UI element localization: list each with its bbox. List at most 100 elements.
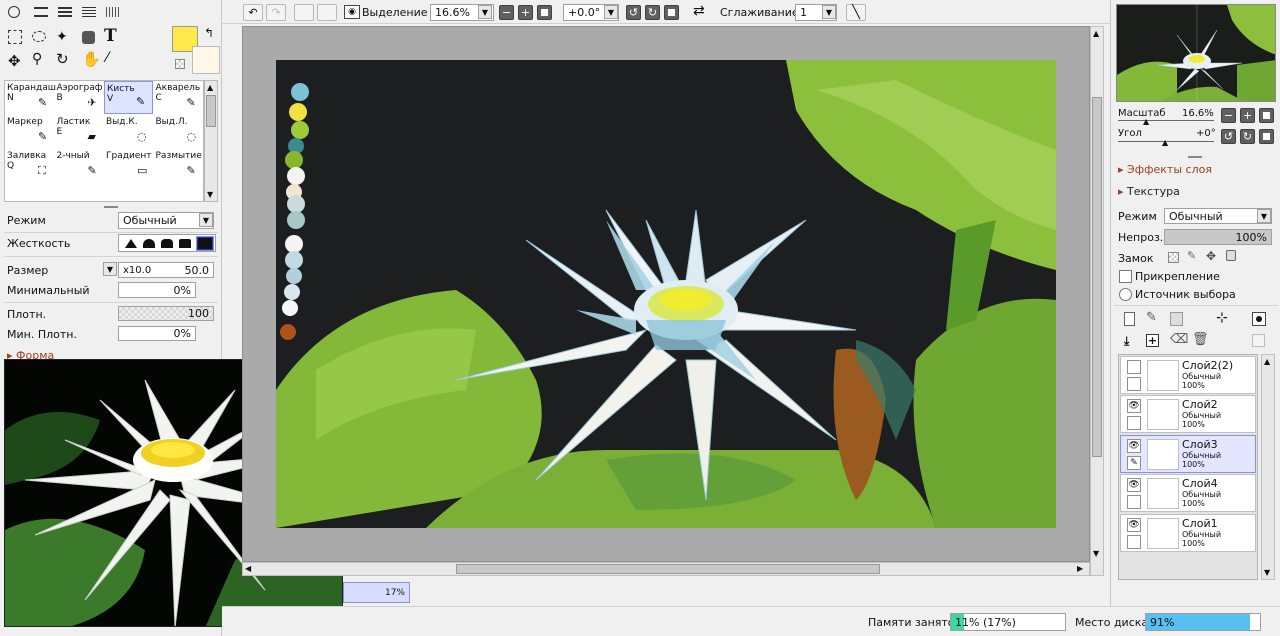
flip-horizontal-icon[interactable]: ⇄ — [693, 3, 705, 19]
nav-zoom-in-button[interactable]: + — [1240, 108, 1255, 123]
hardness-4-icon[interactable] — [179, 239, 191, 248]
brush-tool-2[interactable]: Кисть V ✎ — [104, 81, 153, 114]
zoom-reset-button[interactable] — [537, 5, 552, 20]
grid-lines-icon[interactable] — [58, 7, 72, 17]
brush-tool-1[interactable]: Аэрограф B ✈ — [55, 81, 104, 114]
clipping-checkbox[interactable] — [1119, 270, 1132, 283]
texture-section[interactable]: ▸ Текстура — [1118, 185, 1180, 198]
brush-tool-3[interactable]: Акварель C ✎ — [154, 81, 203, 114]
min-size-field[interactable]: 0% — [118, 282, 196, 298]
layer-mode-dropdown-icon[interactable]: ▼ — [1257, 209, 1271, 223]
layer-row[interactable]: Слой2(2) Обычный 100% — [1120, 356, 1256, 394]
transform-icon[interactable]: ⊹ — [1216, 310, 1228, 326]
brush-tool-10[interactable]: Градиент ▭ — [104, 149, 153, 182]
secondary-color-swatch[interactable] — [192, 46, 220, 74]
pencil-edit-icon[interactable]: ✎ — [1127, 455, 1141, 470]
scroll-left-arrow[interactable]: ◀ — [245, 564, 251, 573]
lock-move-icon[interactable]: ✥ — [1206, 249, 1216, 263]
scroll-up-arrow[interactable]: ▲ — [207, 83, 213, 92]
circle-mode-icon[interactable] — [8, 6, 20, 18]
rotate-left-button[interactable]: ↺ — [626, 5, 641, 20]
merge-down-icon[interactable]: ⤓ — [1124, 334, 1129, 349]
chevron-down-icon[interactable]: ▼ — [199, 213, 213, 227]
rotate-icon[interactable]: ↻ — [56, 50, 69, 68]
swap-colors-icon[interactable]: ↰ — [204, 26, 214, 40]
angle-dropdown-icon[interactable]: ▼ — [604, 5, 618, 19]
layer-select-checkbox[interactable] — [1127, 495, 1141, 510]
visibility-toggle-icon[interactable] — [1127, 360, 1141, 374]
nav-rotate-left-button[interactable]: ↺ — [1221, 129, 1236, 144]
visibility-toggle-icon[interactable]: 👁 — [1127, 399, 1141, 414]
lock-paint-icon[interactable]: ✎ — [1187, 249, 1196, 262]
scroll-up-arrow[interactable]: ▲ — [1264, 357, 1270, 366]
layer-select-checkbox[interactable] — [1127, 416, 1141, 431]
magic-wand-icon[interactable]: ✦ — [56, 29, 68, 45]
min-density-field[interactable]: 0% — [118, 326, 196, 341]
horizontal-scroll-thumb[interactable] — [456, 564, 880, 574]
angle-slider-thumb[interactable]: ▲ — [1162, 138, 1168, 147]
zoom-icon[interactable]: ⚲ — [32, 51, 42, 67]
nav-zoom-out-button[interactable]: − — [1221, 108, 1236, 123]
eye-icon[interactable]: ◉ — [344, 5, 360, 19]
hardness-2-icon[interactable] — [143, 239, 155, 248]
layer-row[interactable]: 👁 Слой2 Обычный 100% — [1120, 395, 1256, 434]
layer-row[interactable]: 👁 Слой1 Обычный 100% — [1120, 513, 1256, 552]
zoom-dropdown-icon[interactable]: ▼ — [478, 5, 492, 19]
horizontal-scrollbar[interactable]: ◀ ▶ — [242, 562, 1090, 576]
visibility-toggle-icon[interactable]: 👁 — [1127, 438, 1141, 453]
hardness-1-icon[interactable] — [125, 239, 137, 248]
canvas-tab[interactable]: 17% — [343, 582, 410, 603]
canvas-viewport[interactable] — [242, 26, 1090, 562]
zoom-out-button[interactable]: − — [499, 5, 514, 20]
new-linework-icon[interactable]: ✎ — [1146, 310, 1157, 325]
layer-effects-section[interactable]: ▸ Эффекты слоя — [1118, 163, 1212, 176]
rotate-right-button[interactable]: ↻ — [645, 5, 660, 20]
scroll-up-arrow[interactable]: ▲ — [1093, 29, 1099, 38]
new-folder-icon[interactable] — [1170, 312, 1183, 326]
dotted-grid-icon[interactable] — [106, 7, 120, 17]
vertical-scrollbar[interactable]: ▲ ▼ — [1090, 26, 1104, 576]
delete-layer-icon[interactable]: 🗑 — [1192, 332, 1209, 347]
undo-button[interactable]: ↶ — [243, 4, 263, 21]
brush-tool-scrollbar[interactable]: ▲ ▼ — [204, 80, 218, 202]
size-dropdown-icon[interactable]: ▼ — [103, 262, 117, 276]
redo-button[interactable]: ↷ — [266, 4, 286, 21]
panel-resize-handle[interactable] — [104, 206, 118, 208]
rect-select-icon[interactable] — [8, 30, 22, 44]
size-field[interactable]: x10.0 50.0 — [118, 262, 214, 278]
scroll-down-arrow[interactable]: ▼ — [1264, 568, 1270, 577]
smoothing-dropdown-icon[interactable]: ▼ — [822, 5, 836, 19]
layer-mode-select[interactable]: Обычный — [1164, 208, 1272, 224]
brush-tool-11[interactable]: Размытие ✎ — [154, 149, 203, 182]
transparent-color-icon[interactable] — [175, 59, 185, 69]
deselect-button[interactable] — [294, 4, 314, 21]
merge-visible-icon[interactable]: + — [1146, 334, 1159, 347]
rotate-reset-button[interactable] — [664, 5, 679, 20]
density-field[interactable]: 100 — [118, 306, 214, 321]
brush-tool-4[interactable]: Маркер ✎ — [5, 115, 54, 148]
brush-tool-0[interactable]: Карандаш N ✎ — [5, 81, 56, 114]
nav-zoom-reset-button[interactable] — [1259, 108, 1274, 123]
layer-select-checkbox[interactable] — [1127, 534, 1141, 549]
brush-tool-8[interactable]: Заливка Q ⛶ — [5, 149, 54, 182]
visibility-toggle-icon[interactable]: 👁 — [1127, 478, 1141, 493]
hardness-3-icon[interactable] — [161, 239, 173, 248]
dense-lines-icon[interactable] — [82, 7, 96, 17]
move-icon[interactable]: ✥ — [8, 52, 21, 70]
menu-lines-icon[interactable] — [34, 7, 48, 17]
lasso-icon[interactable] — [32, 31, 46, 42]
nav-rotate-reset-button[interactable] — [1259, 129, 1274, 144]
lock-all-icon[interactable] — [1226, 250, 1236, 261]
scale-slider-thumb[interactable]: ▲ — [1143, 117, 1149, 126]
invert-selection-button[interactable] — [317, 4, 337, 21]
new-layer-icon[interactable] — [1124, 312, 1135, 326]
scroll-down-arrow[interactable]: ▼ — [207, 190, 213, 199]
visibility-toggle-icon[interactable]: 👁 — [1127, 517, 1141, 532]
brush-tool-7[interactable]: Выд.Л. ◌ — [154, 115, 203, 148]
straight-line-button[interactable]: ╲ — [846, 4, 866, 21]
layer-select-checkbox[interactable] — [1127, 377, 1141, 391]
eyedropper-icon[interactable]: ⁄ — [106, 50, 108, 66]
lock-transparency-icon[interactable] — [1168, 252, 1179, 263]
brush-tool-6[interactable]: Выд.К. ◌ — [104, 115, 153, 148]
hardness-5-icon[interactable] — [196, 236, 214, 251]
